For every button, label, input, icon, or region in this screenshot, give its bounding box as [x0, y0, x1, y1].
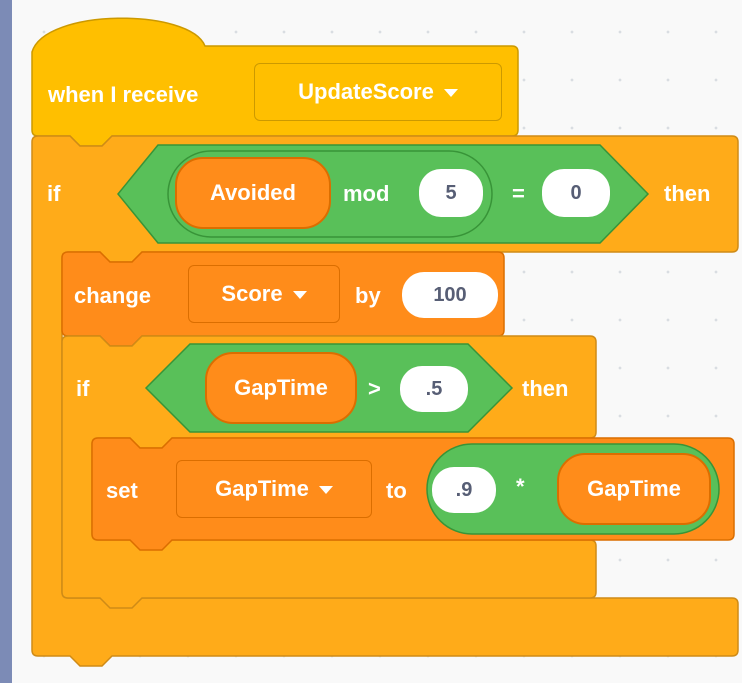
when-i-receive-label: when I receive — [48, 82, 199, 107]
to-label: to — [386, 478, 407, 503]
gaptime-variable-dropdown[interactable]: GapTime — [176, 460, 372, 518]
avoided-variable-label: Avoided — [210, 180, 296, 205]
equals-right-input[interactable]: 0 — [542, 169, 610, 217]
avoided-variable-reporter[interactable]: Avoided — [175, 157, 331, 229]
gaptime-dropdown-value: GapTime — [215, 476, 309, 501]
multiply-left-input[interactable]: .9 — [432, 467, 496, 513]
greater-than-right-input[interactable]: .5 — [400, 366, 468, 412]
score-variable-dropdown[interactable]: Score — [188, 265, 340, 323]
chevron-down-icon — [318, 486, 333, 494]
if-inner-label: if — [76, 376, 90, 401]
greater-than-label: > — [368, 376, 381, 401]
then-outer-label: then — [664, 181, 711, 206]
change-amount-input[interactable]: 100 — [402, 272, 498, 318]
change-label: change — [74, 283, 152, 308]
message-dropdown[interactable]: UpdateScore — [254, 63, 502, 121]
message-dropdown-value: UpdateScore — [298, 79, 434, 104]
then-inner-label: then — [522, 376, 569, 401]
gaptime-variable-reporter[interactable]: GapTime — [205, 352, 357, 424]
scripting-area[interactable]: when I receive UpdateScore if Avoided mo… — [12, 0, 742, 683]
mod-right-input[interactable]: 5 — [419, 169, 483, 217]
gaptime-variable-label: GapTime — [234, 375, 328, 400]
gaptime-multiply-label: GapTime — [587, 476, 681, 501]
by-label: by — [355, 283, 381, 308]
if-outer-label: if — [47, 181, 61, 206]
equals-label: = — [512, 181, 525, 206]
chevron-down-icon — [292, 291, 307, 299]
score-dropdown-value: Score — [221, 281, 283, 306]
chevron-down-icon — [443, 89, 458, 97]
mod-label: mod — [343, 181, 390, 206]
multiply-label: * — [516, 474, 525, 499]
gaptime-multiply-reporter[interactable]: GapTime — [557, 453, 711, 525]
set-label: set — [106, 478, 138, 503]
